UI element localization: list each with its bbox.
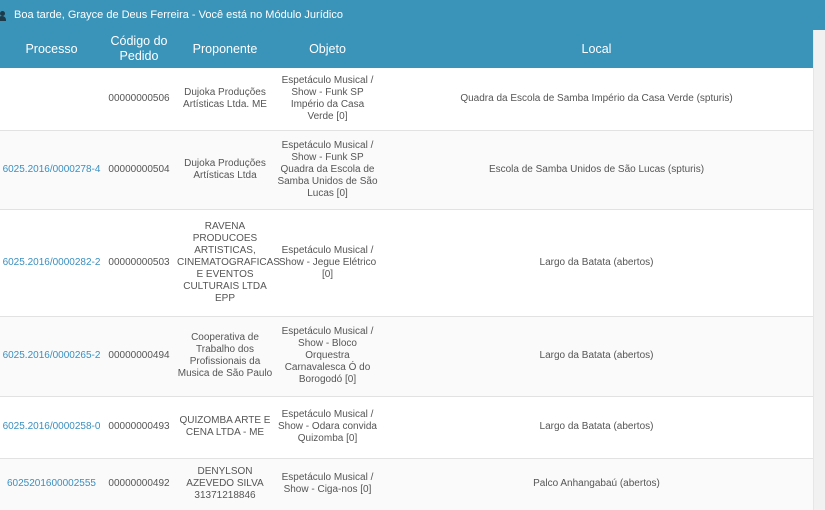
table-row[interactable]: 00000000506 Dujoka Produções Artísticas … xyxy=(0,68,813,131)
objeto-cell: Espetáculo Musical / Show - Bloco Orques… xyxy=(275,316,380,397)
codigo-cell: 00000000492 xyxy=(103,458,175,510)
codigo-cell: 00000000506 xyxy=(103,68,175,131)
table-header-row: Processo Código do Pedido Proponente Obj… xyxy=(0,30,813,68)
table-row[interactable]: 6025201600002555 00000000492 DENYLSON AZ… xyxy=(0,458,813,510)
column-header-processo[interactable]: Processo xyxy=(0,30,103,68)
column-header-local[interactable]: Local xyxy=(380,30,813,68)
processo-cell[interactable]: 6025201600002555 xyxy=(0,458,103,510)
proponente-cell: Dujoka Produções Artísticas Ltda. ME xyxy=(175,68,275,131)
proponente-cell: DENYLSON AZEVEDO SILVA 31371218846 xyxy=(175,458,275,510)
local-cell: Largo da Batata (abertos) xyxy=(380,316,813,397)
processo-cell[interactable]: 6025.2016/0000278-4 xyxy=(0,130,103,210)
codigo-cell: 00000000504 xyxy=(103,130,175,210)
proponente-cell: Cooperativa de Trabalho dos Profissionai… xyxy=(175,316,275,397)
column-header-proponente[interactable]: Proponente xyxy=(175,30,275,68)
local-cell: Escola de Samba Unidos de São Lucas (spt… xyxy=(380,130,813,210)
processo-link[interactable]: 6025.2016/0000278-4 xyxy=(3,164,101,175)
objeto-cell: Espetáculo Musical / Show - Odara convid… xyxy=(275,396,380,459)
objeto-cell: Espetáculo Musical / Show - Jegue Elétri… xyxy=(275,209,380,317)
processo-link[interactable]: 6025.2016/0000265-2 xyxy=(3,350,101,361)
local-cell: Largo da Batata (abertos) xyxy=(380,396,813,459)
codigo-cell: 00000000493 xyxy=(103,396,175,459)
objeto-cell: Espetáculo Musical / Show - Funk SP Quad… xyxy=(275,130,380,210)
processo-cell[interactable] xyxy=(0,68,103,131)
processo-cell[interactable]: 6025.2016/0000282-2 xyxy=(0,209,103,317)
top-bar: Boa tarde, Grayce de Deus Ferreira - Voc… xyxy=(0,0,825,30)
vertical-scrollbar[interactable] xyxy=(813,30,825,510)
table-row[interactable]: 6025.2016/0000278-4 00000000504 Dujoka P… xyxy=(0,130,813,210)
objeto-cell: Espetáculo Musical / Show - Funk SP Impé… xyxy=(275,68,380,131)
codigo-cell: 00000000503 xyxy=(103,209,175,317)
table-row[interactable]: 6025.2016/0000282-2 00000000503 RAVENA P… xyxy=(0,209,813,317)
user-icon xyxy=(0,10,8,21)
processo-cell[interactable]: 6025.2016/0000265-2 xyxy=(0,316,103,397)
processo-cell[interactable]: 6025.2016/0000258-0 xyxy=(0,396,103,459)
local-cell: Palco Anhangabaú (abertos) xyxy=(380,458,813,510)
local-cell: Largo da Batata (abertos) xyxy=(380,209,813,317)
processo-link[interactable]: 6025.2016/0000282-2 xyxy=(3,257,101,268)
table-row[interactable]: 6025.2016/0000258-0 00000000493 QUIZOMBA… xyxy=(0,396,813,459)
processo-link[interactable]: 6025201600002555 xyxy=(7,478,96,489)
codigo-cell: 00000000494 xyxy=(103,316,175,397)
proponente-cell: QUIZOMBA ARTE E CENA LTDA - ME xyxy=(175,396,275,459)
local-cell: Quadra da Escola de Samba Império da Cas… xyxy=(380,68,813,131)
requests-table: Processo Código do Pedido Proponente Obj… xyxy=(0,30,813,510)
requests-table-container: Processo Código do Pedido Proponente Obj… xyxy=(0,30,813,510)
objeto-cell: Espetáculo Musical / Show - Ciga-nos [0] xyxy=(275,458,380,510)
table-row[interactable]: 6025.2016/0000265-2 00000000494 Cooperat… xyxy=(0,316,813,397)
proponente-cell: RAVENA PRODUCOES ARTISTICAS, CINEMATOGRA… xyxy=(175,209,280,317)
column-header-objeto[interactable]: Objeto xyxy=(275,30,380,68)
proponente-cell: Dujoka Produções Artísticas Ltda xyxy=(175,130,275,210)
processo-link[interactable]: 6025.2016/0000258-0 xyxy=(3,421,101,432)
greeting-text: Boa tarde, Grayce de Deus Ferreira - Voc… xyxy=(14,9,343,21)
column-header-codigo-pedido[interactable]: Código do Pedido xyxy=(103,30,175,68)
